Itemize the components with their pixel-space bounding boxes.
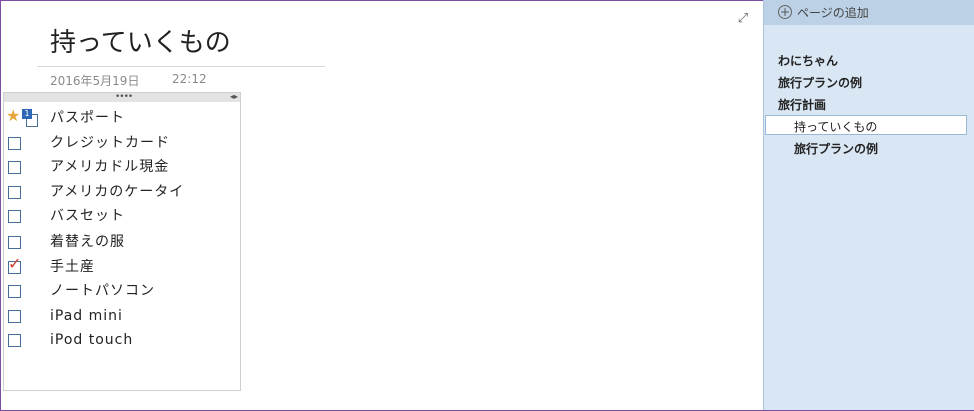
todo-label[interactable]: iPad mini <box>50 307 123 325</box>
todo-label[interactable]: パスポート <box>50 109 125 127</box>
todo-label[interactable]: アメリカドル現金 <box>50 158 169 176</box>
checkbox[interactable] <box>8 210 21 223</box>
todo-label[interactable]: アメリカのケータイ <box>50 183 184 201</box>
checkbox[interactable] <box>8 236 21 249</box>
todo-item[interactable]: アメリカドル現金 <box>4 158 240 180</box>
checkbox[interactable] <box>8 310 21 323</box>
page-title[interactable]: 持っていくもの <box>50 22 231 59</box>
checkbox[interactable] <box>8 285 21 298</box>
todo-label[interactable]: 手土産 <box>50 258 95 276</box>
star-icon: ★ <box>6 106 21 125</box>
todo-label[interactable]: バスセット <box>50 207 125 225</box>
todo-item[interactable]: ✓ 手土産 <box>4 254 240 280</box>
todo-item[interactable]: バスセット <box>4 207 240 229</box>
page-item-wani[interactable]: わにちゃん <box>778 52 838 69</box>
page-item-things-to-bring[interactable]: 持っていくもの <box>765 115 967 135</box>
page-item-travel-plan-example-sub[interactable]: 旅行プランの例 <box>794 140 878 157</box>
note-handle-bar[interactable]: •••• ◂▸ <box>4 92 240 102</box>
todo-item[interactable]: ノートパソコン <box>4 282 240 304</box>
checkmark-icon: ✓ <box>8 254 22 273</box>
add-page-label: ページの追加 <box>797 6 869 20</box>
drag-handle-icon[interactable]: •••• <box>115 92 133 102</box>
page-list-sidebar: + ページの追加 わにちゃん 旅行プランの例 旅行計画 持っていくもの 旅行プラ… <box>763 0 974 410</box>
title-divider <box>37 66 325 67</box>
page-time: 22:12 <box>172 72 207 86</box>
checkbox[interactable] <box>8 334 21 347</box>
page-date: 2016年5月19日 <box>50 74 140 88</box>
add-circle-icon: + <box>778 5 792 19</box>
todo-label[interactable]: iPod touch <box>50 331 133 349</box>
priority-badge: 1 <box>22 109 32 119</box>
todo-item[interactable]: 着替えの服 <box>4 233 240 255</box>
todo-item[interactable]: iPad mini <box>4 307 240 329</box>
todo-item[interactable]: アメリカのケータイ <box>4 183 240 205</box>
checkbox[interactable] <box>8 161 21 174</box>
todo-item[interactable]: ★ 1 パスポート <box>4 106 240 131</box>
note-container[interactable]: •••• ◂▸ ★ 1 パスポート クレジットカード アメリカドル現金 アメリカ… <box>3 92 241 391</box>
add-page-button[interactable]: + ページの追加 <box>764 0 974 25</box>
page-item-travel-plan[interactable]: 旅行計画 <box>778 96 826 113</box>
resize-icon[interactable]: ◂▸ <box>230 92 238 101</box>
todo-label[interactable]: ノートパソコン <box>50 282 155 300</box>
todo-item[interactable]: iPod touch <box>4 331 240 353</box>
page-item-label: 持っていくもの <box>794 120 878 134</box>
expand-icon[interactable]: ⤢ <box>736 12 750 26</box>
page-item-travel-plan-example[interactable]: 旅行プランの例 <box>778 74 862 91</box>
todo-item[interactable]: クレジットカード <box>4 134 240 156</box>
todo-label[interactable]: 着替えの服 <box>50 233 125 251</box>
checkbox[interactable] <box>8 186 21 199</box>
todo-label[interactable]: クレジットカード <box>50 134 170 152</box>
checkbox[interactable] <box>8 137 21 150</box>
